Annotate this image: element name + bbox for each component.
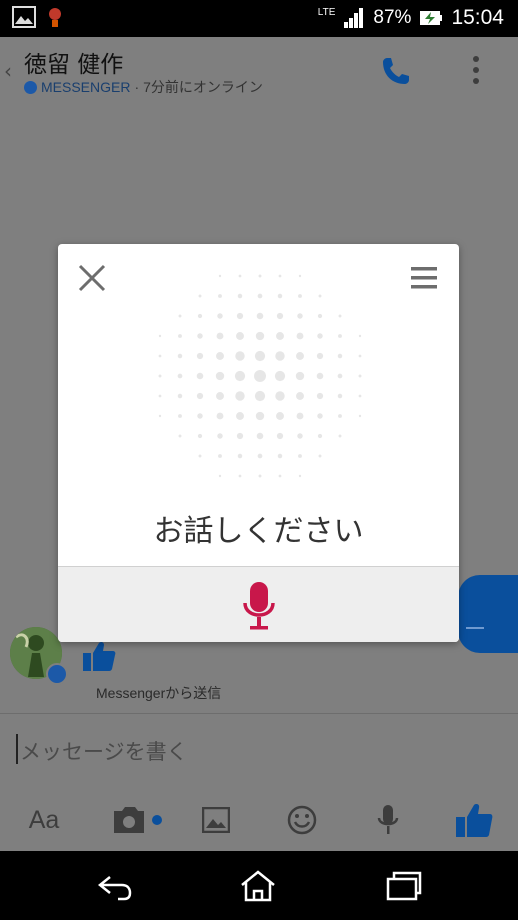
like-button[interactable]	[454, 798, 494, 842]
clock: 15:04	[451, 6, 504, 29]
more-options-icon[interactable]	[466, 53, 486, 89]
close-icon[interactable]	[76, 262, 108, 294]
voice-button[interactable]	[374, 798, 402, 842]
listening-animation-icon	[158, 274, 362, 478]
navigation-bar	[0, 851, 518, 920]
text-format-button[interactable]: Aa	[24, 798, 64, 842]
thumbs-up-icon[interactable]	[82, 640, 116, 672]
speak-prompt: お話しください	[153, 514, 364, 549]
separator: ·	[134, 79, 140, 95]
mic-bar[interactable]	[58, 566, 459, 642]
messenger-user-badge-icon	[46, 663, 68, 685]
composer: メッセージを書く Aa	[0, 713, 518, 852]
app-notification-icon	[49, 8, 61, 27]
gallery-button[interactable]	[200, 798, 232, 842]
text-caret	[16, 734, 18, 764]
sent-message-bubble[interactable]	[458, 575, 518, 653]
status-bar: LTE 87% 15:04	[0, 0, 518, 37]
message-input[interactable]: メッセージを書く	[20, 736, 500, 770]
composer-toolbar: Aa	[0, 798, 518, 848]
camera-button[interactable]	[110, 798, 166, 842]
home-icon[interactable]	[238, 869, 278, 903]
battery-percent: 87%	[373, 7, 412, 28]
menu-icon[interactable]	[410, 264, 438, 292]
emoji-button[interactable]	[286, 798, 318, 842]
sent-via-label: Messengerから送信	[96, 685, 222, 701]
thumbs-up-icon	[456, 804, 493, 837]
battery-charging-icon	[420, 11, 443, 25]
conversation-header: ‹ 徳留 健作 MESSENGER · 7分前にオンライン	[0, 37, 518, 105]
voice-input-dialog: お話しください	[58, 244, 459, 642]
gallery-notification-icon	[12, 6, 36, 28]
back-chevron-icon[interactable]: ‹	[4, 59, 12, 83]
image-icon	[202, 807, 230, 833]
camera-icon	[114, 807, 162, 833]
microphone-icon[interactable]	[242, 581, 276, 631]
messenger-badge-icon	[24, 80, 37, 94]
app-label: MESSENGER	[41, 79, 131, 95]
smiley-icon	[287, 805, 317, 835]
back-icon[interactable]	[96, 869, 136, 903]
contact-subtitle: MESSENGER · 7分前にオンライン	[24, 77, 263, 97]
phone-call-icon[interactable]	[378, 53, 414, 89]
online-status: 7分前にオンライン	[143, 79, 263, 95]
microphone-icon	[377, 805, 399, 834]
recent-apps-icon[interactable]	[384, 869, 424, 903]
signal-icon	[344, 8, 364, 28]
network-type: LTE	[317, 6, 336, 18]
contact-name: 徳留 健作	[24, 52, 124, 78]
